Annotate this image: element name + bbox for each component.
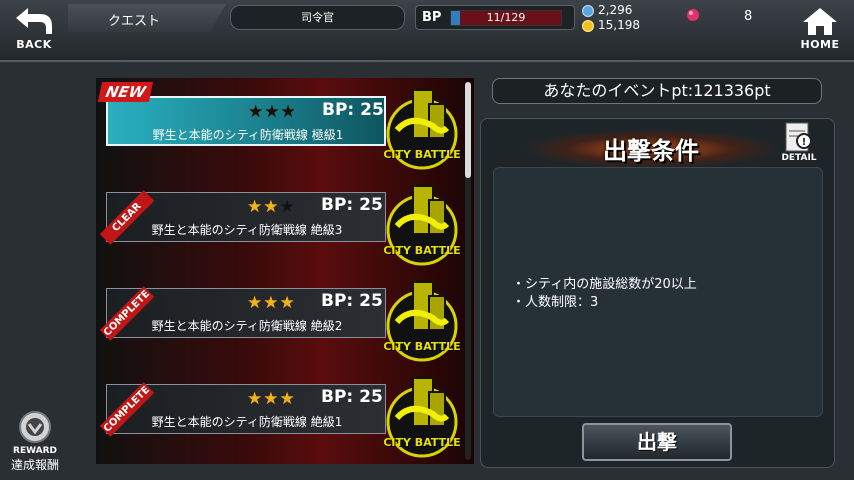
city-battle-label: CITY BATTLE bbox=[383, 244, 461, 257]
quest-stars: ★★★ bbox=[247, 389, 296, 409]
currency-panel: 2,296 15,198 bbox=[582, 3, 640, 33]
city-battle-label: CITY BATTLE bbox=[383, 436, 461, 449]
reward-label: REWARD bbox=[13, 446, 57, 456]
top-bar: BACK クエスト 司令官 BP 11/129 2,296 15,198 8 H… bbox=[0, 0, 854, 62]
bp-meter: BP 11/129 bbox=[415, 5, 575, 30]
quest-bp-cost: BP: 25 bbox=[321, 195, 383, 215]
quest-stars: ★★★ bbox=[247, 293, 296, 313]
gem-count: 8 bbox=[744, 9, 753, 24]
player-rank: 司令官 bbox=[230, 5, 405, 30]
detail-label: DETAIL bbox=[781, 153, 817, 163]
city-battle-icon: CITY BATTLE bbox=[381, 276, 463, 366]
bp-value: 11/129 bbox=[486, 10, 526, 24]
home-button[interactable]: HOME bbox=[796, 6, 844, 56]
page-title: クエスト bbox=[68, 4, 226, 32]
quest-name: 野生と本能のシティ防衛戦線 絶級2 bbox=[151, 319, 343, 333]
conditions-title: 出撃条件 bbox=[603, 137, 699, 165]
home-label: HOME bbox=[800, 38, 840, 51]
bp-bar: 11/129 bbox=[450, 9, 562, 26]
quest-stars: ★★★ bbox=[248, 102, 297, 122]
quest-name: 野生と本能のシティ防衛戦線 絶級3 bbox=[151, 223, 343, 237]
quest-item-3[interactable]: ★★★ BP: 25 野生と本能のシティ防衛戦線 絶級2 COMPLETE CI… bbox=[96, 276, 466, 366]
city-battle-icon: CITY BATTLE bbox=[381, 180, 463, 270]
scroll-thumb[interactable] bbox=[465, 82, 471, 178]
quest-bp-cost: BP: 25 bbox=[322, 100, 384, 120]
quest-name: 野生と本能のシティ防衛戦線 極級1 bbox=[152, 128, 344, 142]
quest-item-4[interactable]: ★★★ BP: 25 野生と本能のシティ防衛戦線 絶級1 COMPLETE CI… bbox=[96, 372, 466, 462]
sortie-conditions-panel: 出撃条件 ! DETAIL ・シティ内の施設総数が20以上 ・人数制限：3 bbox=[480, 118, 835, 468]
back-button[interactable]: BACK bbox=[8, 6, 60, 56]
gold-coin-icon bbox=[582, 19, 594, 32]
new-tag: NEW bbox=[97, 82, 154, 102]
quest-item-1[interactable]: ★★★ BP: 25 野生と本能のシティ防衛戦線 極級1 NEW CITY BA… bbox=[96, 82, 466, 174]
condition-line-2: ・人数制限：3 bbox=[512, 295, 599, 310]
quest-detail-icon: ! bbox=[785, 122, 817, 154]
quest-stars: ★★★ bbox=[247, 197, 296, 217]
quest-list[interactable]: ★★★ BP: 25 野生と本能のシティ防衛戦線 極級1 NEW CITY BA… bbox=[96, 78, 474, 464]
bp-label: BP bbox=[422, 10, 442, 25]
quest-item-2[interactable]: ★★★ BP: 25 野生と本能のシティ防衛戦線 絶級3 CLEAR CITY … bbox=[96, 180, 466, 270]
back-label: BACK bbox=[16, 38, 52, 51]
quest-bp-cost: BP: 25 bbox=[321, 291, 383, 311]
city-battle-label: CITY BATTLE bbox=[383, 340, 461, 353]
city-battle-icon: CITY BATTLE bbox=[381, 372, 463, 462]
quest-detail-button[interactable]: ! DETAIL bbox=[776, 121, 822, 165]
sortie-button[interactable]: 出撃 bbox=[582, 423, 732, 461]
quest-bp-cost: BP: 25 bbox=[321, 387, 383, 407]
conditions-box: ・シティ内の施設総数が20以上 ・人数制限：3 bbox=[493, 167, 823, 417]
silver-coin-icon bbox=[582, 4, 594, 17]
home-icon bbox=[803, 8, 837, 35]
quest-list-scrollbar[interactable] bbox=[465, 82, 471, 460]
city-battle-label: CITY BATTLE bbox=[383, 148, 461, 161]
quest-card[interactable]: ★★★ BP: 25 野生と本能のシティ防衛戦線 極級1 bbox=[106, 96, 386, 146]
quest-name: 野生と本能のシティ防衛戦線 絶級1 bbox=[151, 415, 343, 429]
gem-icon bbox=[687, 9, 699, 21]
reward-badge-icon bbox=[19, 411, 51, 443]
city-battle-icon: CITY BATTLE bbox=[381, 84, 463, 174]
reward-button[interactable]: REWARD 達成報酬 bbox=[6, 410, 64, 476]
conditions-text: ・シティ内の施設総数が20以上 ・人数制限：3 bbox=[512, 276, 697, 312]
back-arrow-icon bbox=[16, 8, 52, 34]
currency-a-value: 2,296 bbox=[598, 3, 633, 17]
condition-line-1: ・シティ内の施設総数が20以上 bbox=[512, 277, 697, 292]
svg-text:!: ! bbox=[802, 137, 807, 148]
event-points: あなたのイベントpt:121336pt bbox=[492, 78, 822, 104]
reward-label-jp: 達成報酬 bbox=[10, 458, 59, 472]
currency-b-value: 15,198 bbox=[598, 18, 640, 32]
